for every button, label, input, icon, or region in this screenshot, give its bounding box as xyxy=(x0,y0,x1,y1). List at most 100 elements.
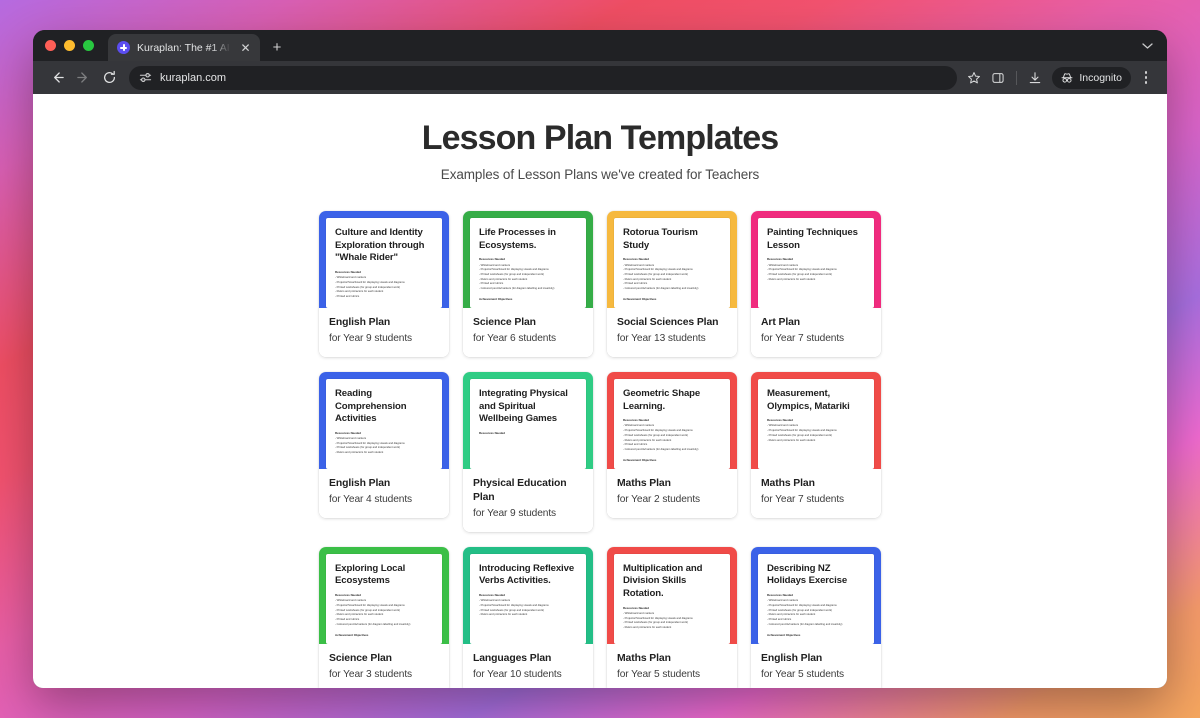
lesson-plan-card[interactable]: Introducing Reflexive Verbs Activities. R… xyxy=(463,546,593,688)
download-icon[interactable] xyxy=(1024,67,1046,89)
document-resource-list: - Whiteboard and markers - Projector/Smar… xyxy=(623,424,721,452)
document-section-heading: Resources Needed xyxy=(335,430,362,435)
lesson-plan-card-footer: English Plan for Year 9 students xyxy=(319,308,449,357)
document-resource-item: - Rulers and protractors for each studen… xyxy=(767,277,816,281)
lesson-plan-subject: Social Sciences Plan xyxy=(617,317,719,329)
lesson-plan-year-level: for Year 9 students xyxy=(329,333,413,345)
document-section-heading: Resources Needed xyxy=(623,257,650,262)
browser-menu-icon[interactable] xyxy=(1136,67,1156,89)
lesson-plan-year-level: for Year 6 students xyxy=(473,333,557,345)
document-section-heading: Resources Needed xyxy=(767,257,794,262)
lesson-plan-thumbnail: Integrating Physical and Spiritual Wellb… xyxy=(463,371,593,469)
side-panel-icon[interactable] xyxy=(987,67,1009,89)
lesson-plan-year-level: for Year 9 students xyxy=(473,507,557,519)
page-title: Lesson Plan Templates xyxy=(421,119,779,157)
lesson-plan-document-preview: Painting Techniques Lesson Resources Need… xyxy=(758,218,874,309)
toolbar-divider xyxy=(1016,70,1018,85)
lesson-plan-document-preview: Geometric Shape Learning. Resources Neede… xyxy=(614,378,730,469)
lesson-plan-subject: Maths Plan xyxy=(617,652,671,664)
lesson-plan-document-preview: Multiplication and Division Skills Rotat… xyxy=(614,553,730,644)
bookmark-star-icon[interactable] xyxy=(963,67,985,89)
lesson-plan-year-level: for Year 10 students xyxy=(473,668,562,680)
document-section-heading-2: Achievement Objectives xyxy=(623,457,657,462)
document-resource-list: - Whiteboard and markers - Projector/Smar… xyxy=(767,264,865,283)
document-resource-item: - Rulers and protractors for each studen… xyxy=(623,626,672,630)
lesson-plan-card[interactable]: Painting Techniques Lesson Resources Need… xyxy=(751,211,881,357)
menu-dot xyxy=(1144,76,1148,79)
lesson-plan-year-level: for Year 5 students xyxy=(761,668,845,680)
lesson-plan-card[interactable]: Rotorua Tourism Study Resources Needed - W… xyxy=(607,211,737,357)
tab-title: Kuraplan: The #1 AI Lesson Pl xyxy=(137,41,232,54)
url-text[interactable]: kuraplan.com xyxy=(160,72,946,84)
document-section-heading: Resources Needed xyxy=(479,257,506,262)
lesson-plan-document-title: Geometric Shape Learning. xyxy=(623,387,701,412)
lesson-plan-subject: Maths Plan xyxy=(761,477,815,489)
lesson-plan-document-preview: Reading Comprehension Activities Resource… xyxy=(326,378,442,469)
reload-icon[interactable] xyxy=(97,66,121,90)
new-tab-button[interactable]: + xyxy=(269,40,285,55)
lesson-plan-card[interactable]: Culture and Identity Exploration through… xyxy=(319,211,449,357)
lesson-plan-card[interactable]: Life Processes in Ecosystems. Resources N… xyxy=(463,211,593,357)
document-resource-list: - Whiteboard and markers - Projector/Smar… xyxy=(623,612,721,631)
forward-icon[interactable] xyxy=(71,66,95,90)
lesson-plan-thumbnail: Geometric Shape Learning. Resources Neede… xyxy=(607,371,737,469)
document-resource-list: - Whiteboard and markers - Projector/Smar… xyxy=(767,424,865,443)
page-subtitle: Examples of Lesson Plans we've created f… xyxy=(440,167,760,183)
document-section-heading: Resources Needed xyxy=(623,418,650,423)
lesson-plan-card[interactable]: Measurement, Olympics, Matariki Resources… xyxy=(751,371,881,518)
menu-dot xyxy=(1144,81,1148,84)
document-section-heading-2: Achievement Objectives xyxy=(479,296,513,301)
window-traffic-lights xyxy=(45,30,108,61)
document-resource-list: - Whiteboard and markers - Projector/Smar… xyxy=(479,264,577,292)
lesson-plan-document-preview: Culture and Identity Exploration through… xyxy=(326,218,442,309)
lesson-plan-card[interactable]: Reading Comprehension Activities Resource… xyxy=(319,371,449,518)
lesson-plan-card[interactable]: Describing NZ Holidays Exercise Resources… xyxy=(751,546,881,688)
lesson-plan-year-level: for Year 3 students xyxy=(329,668,413,680)
chevron-down-icon[interactable] xyxy=(1142,42,1153,52)
lesson-plan-document-title: Reading Comprehension Activities xyxy=(335,387,407,425)
lesson-plan-document-preview: Integrating Physical and Spiritual Wellb… xyxy=(470,378,586,469)
maximize-window-button[interactable] xyxy=(83,40,94,51)
lesson-plan-year-level: for Year 7 students xyxy=(761,493,845,505)
lesson-plan-document-title: Painting Techniques Lesson xyxy=(767,227,858,251)
document-section-heading: Resources Needed xyxy=(335,593,362,598)
lesson-plan-document-preview: Life Processes in Ecosystems. Resources N… xyxy=(470,218,586,309)
page-viewport: Lesson Plan Templates Examples of Lesson… xyxy=(33,94,1167,688)
lesson-plan-subject: Maths Plan xyxy=(617,477,671,489)
incognito-label: Incognito xyxy=(1079,71,1122,84)
document-section-heading-2: Achievement Objectives xyxy=(623,296,657,301)
document-resource-list: - Whiteboard and markers - Projector/Smar… xyxy=(335,276,433,300)
lesson-plan-thumbnail: Rotorua Tourism Study Resources Needed - W… xyxy=(607,211,737,309)
lesson-plan-card[interactable]: Exploring Local Ecosystems Resources Need… xyxy=(319,546,449,688)
minimize-window-button[interactable] xyxy=(64,40,75,51)
document-resource-list: - Whiteboard and markers - Projector/Smar… xyxy=(335,437,433,456)
lesson-plan-document-title: Exploring Local Ecosystems xyxy=(335,562,406,587)
browser-tab[interactable]: Kuraplan: The #1 AI Lesson Pl ✕ xyxy=(108,34,260,61)
lesson-plan-card-footer: English Plan for Year 4 students xyxy=(319,468,449,518)
lesson-plan-subject: Languages Plan xyxy=(473,652,552,664)
close-tab-icon[interactable]: ✕ xyxy=(239,42,252,54)
lesson-plan-card[interactable]: Geometric Shape Learning. Resources Neede… xyxy=(607,371,737,518)
document-resource-item: - Coloured pencils/markers (for diagram … xyxy=(767,622,843,626)
lesson-plan-card[interactable]: Multiplication and Division Skills Rotat… xyxy=(607,546,737,688)
site-settings-icon[interactable] xyxy=(139,71,152,84)
document-section-heading-2: Achievement Objectives xyxy=(767,632,801,637)
lesson-plan-subject: English Plan xyxy=(329,317,391,329)
lesson-plan-card[interactable]: Integrating Physical and Spiritual Wellb… xyxy=(463,371,593,532)
lesson-plan-year-level: for Year 13 students xyxy=(617,333,706,345)
document-resource-item: - Coloured pencils/markers (for diagram … xyxy=(479,287,555,291)
lesson-plan-document-title: Measurement, Olympics, Matariki xyxy=(767,387,850,412)
lesson-plan-card-footer: English Plan for Year 5 students xyxy=(751,643,881,688)
lesson-plan-year-level: for Year 2 students xyxy=(617,493,701,505)
document-resource-item: - Printed and rubrics xyxy=(335,295,360,299)
incognito-indicator[interactable]: Incognito xyxy=(1052,66,1131,89)
lesson-plan-card-footer: Languages Plan for Year 10 students xyxy=(463,643,593,688)
document-resource-item: - Rulers and protractors for each studen… xyxy=(479,613,528,617)
lesson-plan-card-footer: Physical Education Plan for Year 9 studen… xyxy=(463,468,593,532)
address-bar[interactable]: kuraplan.com xyxy=(129,65,958,90)
document-resource-item: - Coloured pencils/markers (for diagram … xyxy=(623,287,699,291)
close-window-button[interactable] xyxy=(45,40,56,51)
document-resource-item: - Rulers and protractors for each studen… xyxy=(335,451,384,455)
back-icon[interactable] xyxy=(45,66,69,90)
document-resource-item: - Coloured pencils/markers (for diagram … xyxy=(335,622,411,626)
